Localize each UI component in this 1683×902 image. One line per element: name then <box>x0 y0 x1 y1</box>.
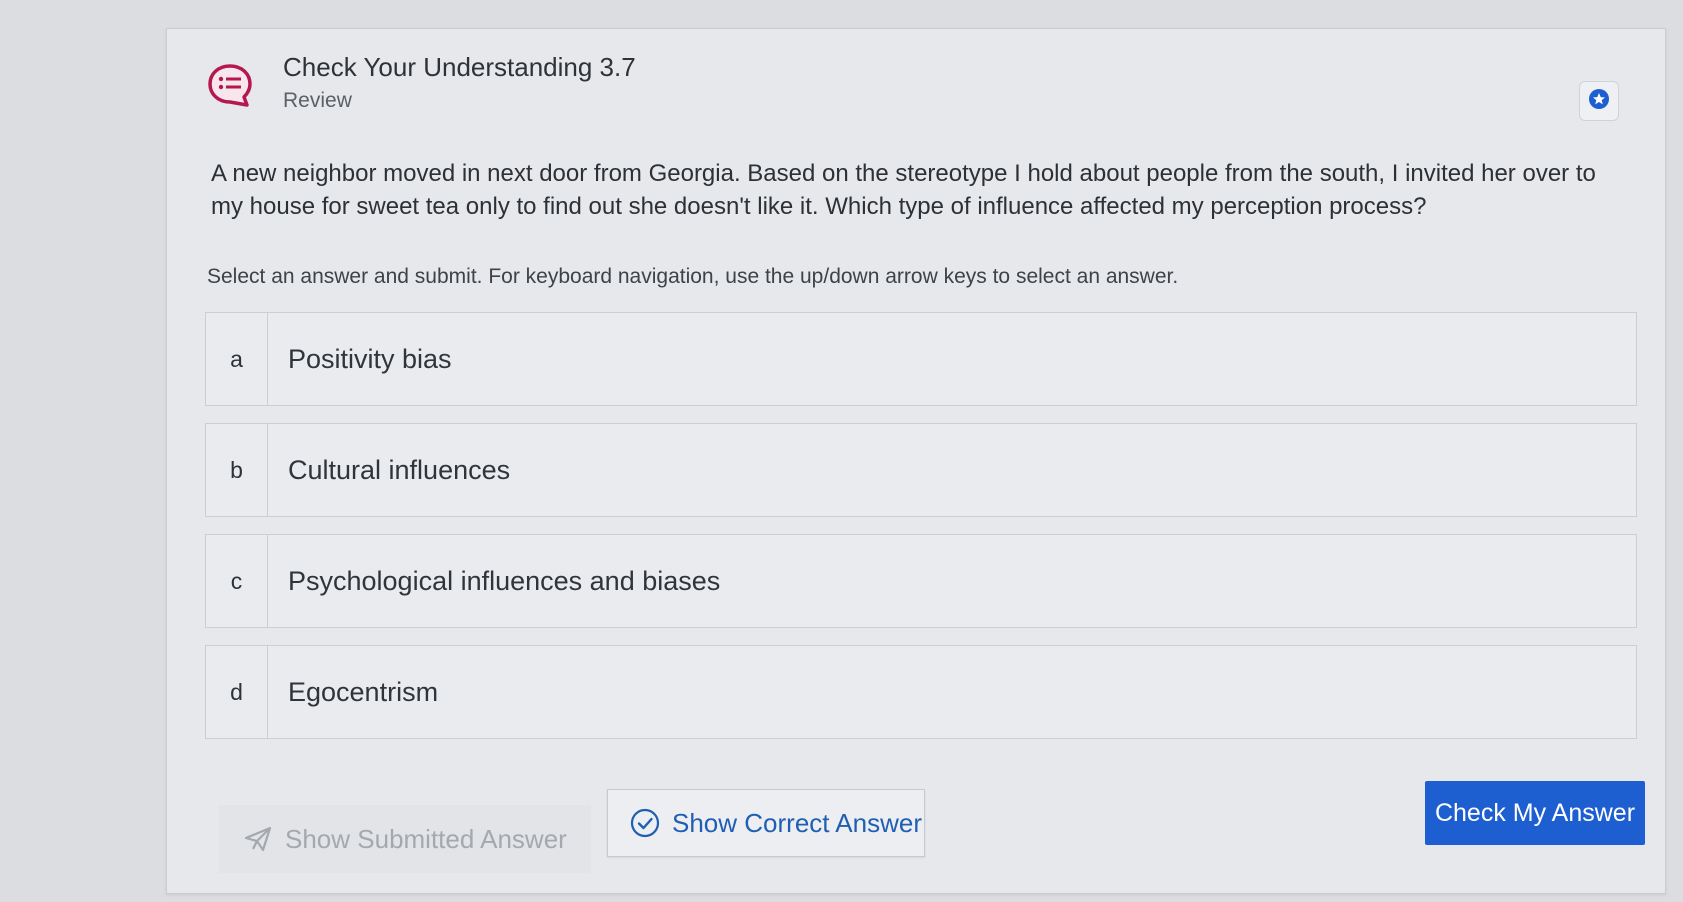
answer-option-c[interactable]: c Psychological influences and biases <box>205 534 1637 628</box>
show-correct-label: Show Correct Answer <box>672 807 922 838</box>
answer-option-a[interactable]: a Positivity bias <box>205 312 1637 406</box>
answer-text: Psychological influences and biases <box>288 565 721 596</box>
answer-list: a Positivity bias b Cultural influences … <box>205 312 1637 756</box>
question-text: A new neighbor moved in next door from G… <box>211 160 1596 220</box>
answer-letter: d <box>206 646 268 738</box>
paper-plane-icon <box>243 824 273 854</box>
bookmark-star-icon <box>1588 88 1610 115</box>
instructions-text: Select an answer and submit. For keyboar… <box>207 265 1179 288</box>
answer-option-b[interactable]: b Cultural influences <box>205 423 1637 517</box>
answer-letter: a <box>206 313 268 405</box>
show-submitted-answer-button[interactable]: Show Submitted Answer <box>219 805 591 873</box>
answer-letter: b <box>206 424 268 516</box>
answer-text: Egocentrism <box>288 676 439 707</box>
show-correct-answer-button[interactable]: Show Correct Answer <box>607 789 925 857</box>
header-text: Check Your Understanding 3.7 Review <box>283 51 636 113</box>
quiz-header: Check Your Understanding 3.7 Review <box>207 51 636 113</box>
answer-text: Positivity bias <box>288 343 452 374</box>
answer-option-d[interactable]: d Egocentrism <box>205 645 1637 739</box>
check-my-answer-button[interactable]: Check My Answer <box>1425 781 1645 845</box>
bookmark-button[interactable] <box>1579 81 1619 121</box>
answer-letter: c <box>206 535 268 627</box>
page-title: Check Your Understanding 3.7 <box>283 52 636 82</box>
page-subtitle: Review <box>283 89 352 112</box>
show-submitted-label: Show Submitted Answer <box>285 823 567 854</box>
quiz-chat-icon <box>207 63 253 109</box>
quiz-card: Check Your Understanding 3.7 Review A ne… <box>166 28 1666 894</box>
check-circle-icon <box>630 808 660 838</box>
answer-text: Cultural influences <box>288 454 511 485</box>
